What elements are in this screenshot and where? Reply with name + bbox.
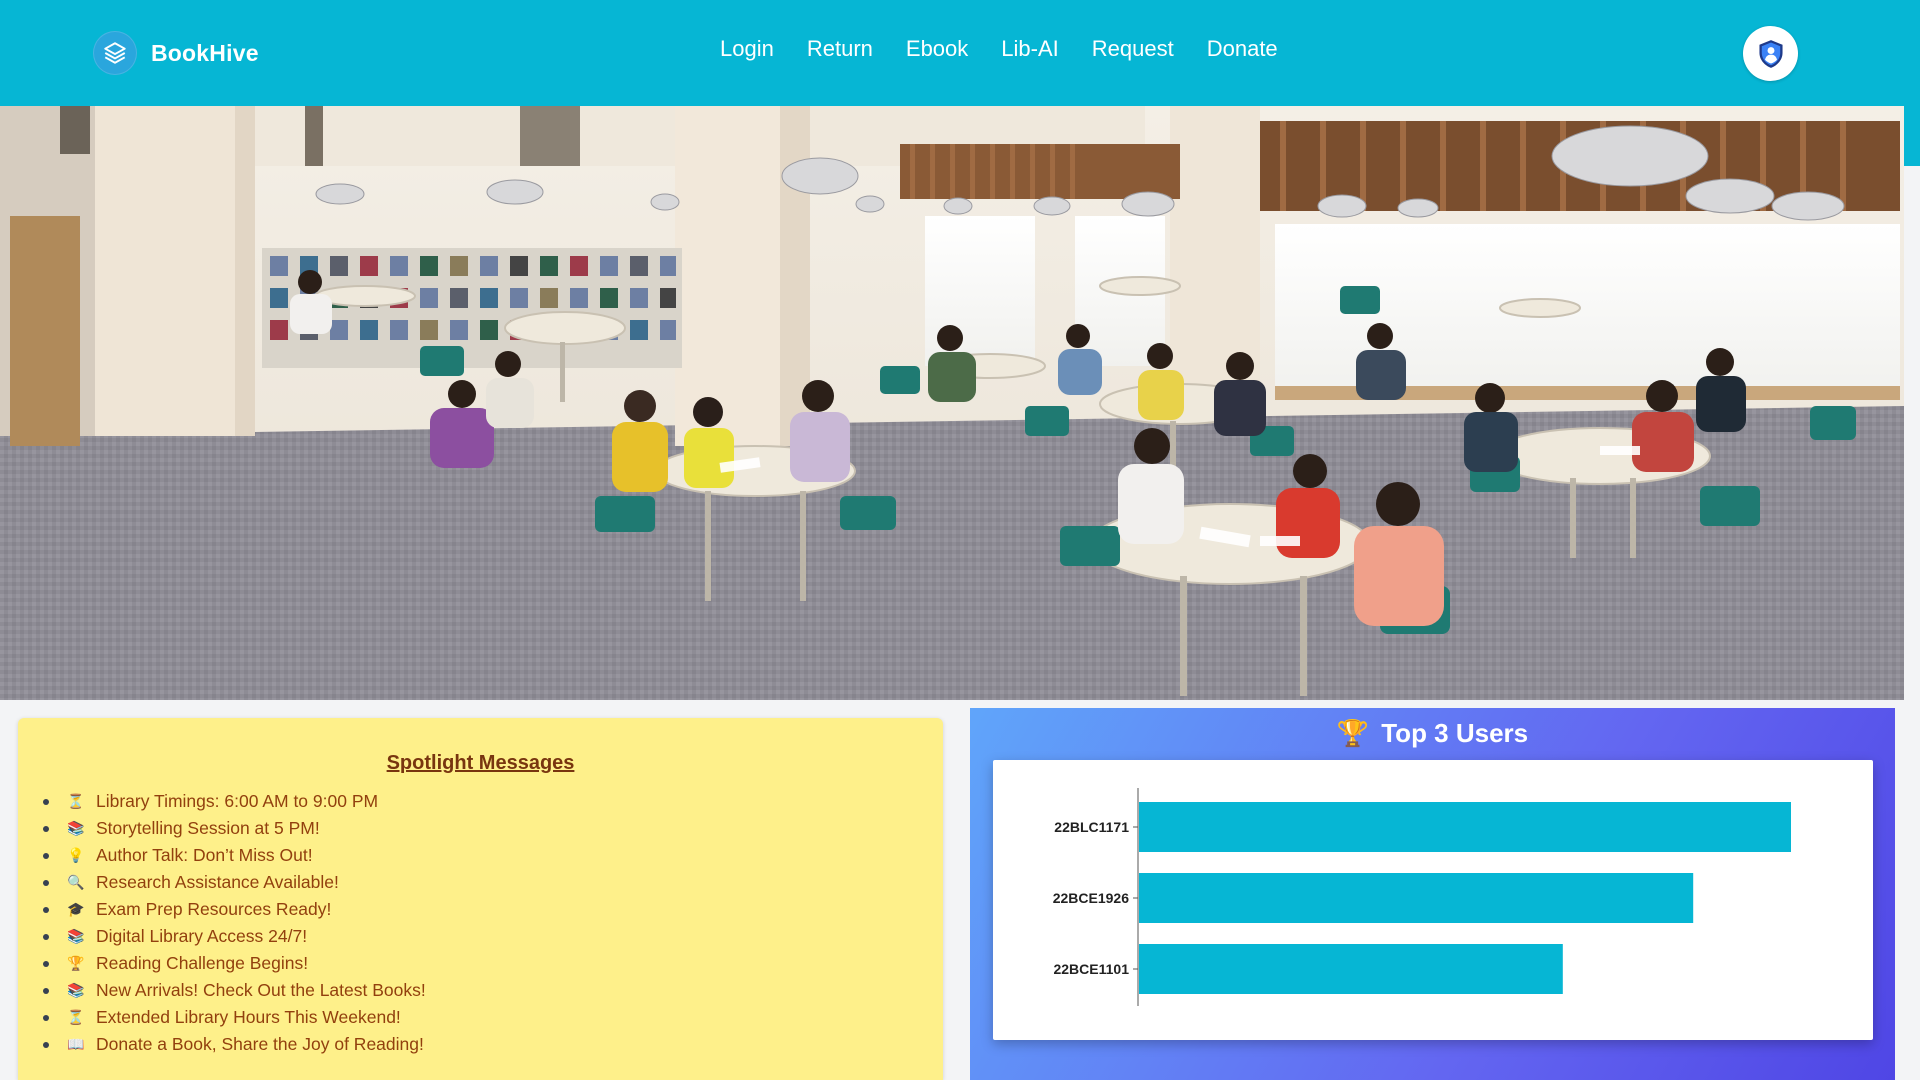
books-icon: 📚 <box>67 820 85 836</box>
y-axis-tick-label: 22BLC1171 <box>1054 819 1129 835</box>
spotlight-text: Exam Prep Resources Ready! <box>96 899 332 919</box>
graduation-cap-icon: 🎓 <box>67 901 85 917</box>
nav-donate-link[interactable]: Donate <box>1207 36 1278 62</box>
trophy-icon: 🏆 <box>1336 718 1370 748</box>
spotlight-text: Donate a Book, Share the Joy of Reading! <box>96 1034 424 1054</box>
main-nav: Login Return Ebook Lib-AI Request Donate <box>720 36 1278 62</box>
spotlight-text: Storytelling Session at 5 PM! <box>96 818 320 838</box>
nav-login-link[interactable]: Login <box>720 36 774 62</box>
top-users-title: Top 3 Users <box>1381 718 1529 748</box>
nav-lib-ai-link[interactable]: Lib-AI <box>1001 36 1058 62</box>
chart-bar <box>1139 873 1694 923</box>
bullet-icon <box>43 1041 49 1048</box>
nav-request-link[interactable]: Request <box>1092 36 1174 62</box>
list-item: 💡 Author Talk: Don’t Miss Out! <box>40 842 426 869</box>
spotlight-text: Digital Library Access 24/7! <box>96 926 308 946</box>
brand-name: BookHive <box>151 39 259 66</box>
list-item: 🏆 Reading Challenge Begins! <box>40 950 426 977</box>
y-axis-tick-label: 22BCE1926 <box>1053 890 1129 906</box>
brand-home-link[interactable]: BookHive <box>93 31 259 75</box>
list-item: 📚 Storytelling Session at 5 PM! <box>40 815 426 842</box>
bullet-icon <box>43 879 49 886</box>
trophy-icon: 🏆 <box>67 955 85 971</box>
magnifier-icon: 🔍 <box>67 874 85 890</box>
spotlight-text: Library Timings: 6:00 AM to 9:00 PM <box>96 791 379 811</box>
spotlight-messages-panel: Spotlight Messages ⏳ Library Timings: 6:0… <box>18 718 943 1080</box>
y-axis-tick-label: 22BCE1101 <box>1053 961 1129 977</box>
list-item: 📚 Digital Library Access 24/7! <box>40 923 426 950</box>
hourglass-icon: ⏳ <box>67 1009 85 1025</box>
chart-bar <box>1139 944 1563 994</box>
nav-return-link[interactable]: Return <box>807 36 873 62</box>
list-item: 🔍 Research Assistance Available! <box>40 869 426 896</box>
chart-bar <box>1139 802 1791 852</box>
bullet-icon <box>43 960 49 967</box>
spotlight-text: Reading Challenge Begins! <box>96 953 309 973</box>
spotlight-text: New Arrivals! Check Out the Latest Books… <box>96 980 426 1000</box>
layers-logo-icon <box>93 31 137 75</box>
top-users-heading: 🏆 Top 3 Users <box>970 718 1895 749</box>
list-item: ⏳ Extended Library Hours This Weekend! <box>40 1004 426 1031</box>
nav-ebook-link[interactable]: Ebook <box>906 36 968 62</box>
top-users-panel: 🏆 Top 3 Users 22BLC1171 22BCE1926 22BCE110… <box>970 708 1895 1080</box>
bullet-icon <box>43 933 49 940</box>
list-item: ⏳ Library Timings: 6:00 AM to 9:00 PM <box>40 788 426 815</box>
hourglass-icon: ⏳ <box>67 793 85 809</box>
bullet-icon <box>43 1014 49 1021</box>
bullet-icon <box>43 987 49 994</box>
list-item: 📖 Donate a Book, Share the Joy of Reading… <box>40 1031 426 1058</box>
books-icon: 📚 <box>67 982 85 998</box>
spotlight-title: Spotlight Messages <box>386 752 575 774</box>
spotlight-text: Author Talk: Don’t Miss Out! <box>96 845 313 865</box>
bullet-icon <box>43 852 49 859</box>
top-navbar: BookHive Login Return Ebook Lib-AI Reque… <box>0 0 1920 106</box>
top-users-chart-card: 22BLC1171 22BCE1926 22BCE1101 <box>993 760 1873 1040</box>
library-hero-image <box>0 106 1904 700</box>
list-item: 🎓 Exam Prep Resources Ready! <box>40 896 426 923</box>
spotlight-text: Research Assistance Available! <box>96 872 339 892</box>
bullet-icon <box>43 825 49 832</box>
bullet-icon <box>43 798 49 805</box>
user-shield-icon <box>1758 39 1783 68</box>
spotlight-list: ⏳ Library Timings: 6:00 AM to 9:00 PM 📚 St… <box>40 788 426 1058</box>
spotlight-text: Extended Library Hours This Weekend! <box>96 1007 401 1027</box>
page-scrollbar-thumb[interactable] <box>1904 106 1920 166</box>
bullet-icon <box>43 906 49 913</box>
top-users-bar-chart: 22BLC1171 22BCE1926 22BCE1101 <box>1053 788 1791 1006</box>
open-book-icon: 📖 <box>67 1036 85 1052</box>
list-item: 📚 New Arrivals! Check Out the Latest Book… <box>40 977 426 1004</box>
user-profile-button[interactable] <box>1743 26 1798 81</box>
books-icon: 📚 <box>67 928 85 944</box>
lightbulb-icon: 💡 <box>67 847 85 863</box>
